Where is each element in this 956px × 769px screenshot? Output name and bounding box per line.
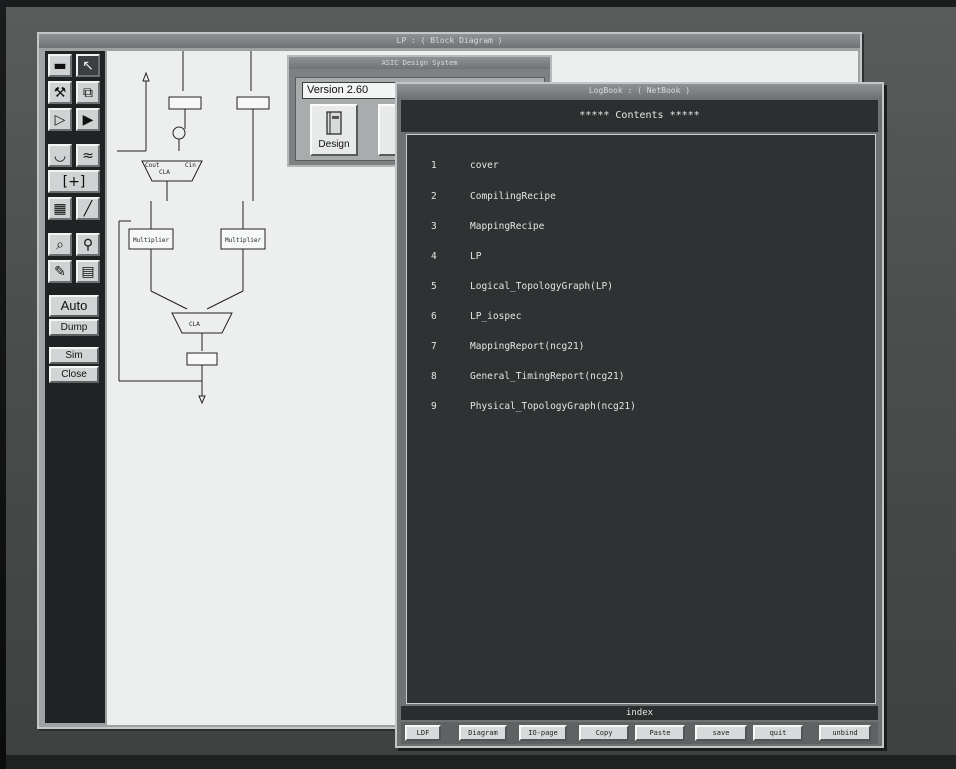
cla-label-1: CLA [159, 169, 170, 176]
zoom-icon[interactable]: ⌕ [48, 233, 72, 256]
cout-label: Cout [145, 162, 160, 169]
diagonal-line-icon[interactable]: ╱ [76, 197, 100, 220]
contents-titlebar[interactable]: LogBook : ( NetBook ) [397, 84, 882, 98]
edit-icon[interactable]: ✎ [48, 260, 72, 283]
list-item[interactable]: 6 LP_iospec [407, 309, 875, 327]
close-button[interactable]: Close [49, 366, 99, 383]
list-item[interactable]: 1 cover [407, 158, 875, 176]
gate-in-icon[interactable]: ▷ [48, 108, 72, 131]
quit-button[interactable]: quit [753, 725, 803, 741]
wire-icon[interactable]: ≈ [76, 144, 100, 167]
multiplier-label-1: Multiplier [133, 237, 170, 244]
list-item[interactable]: 4 LP [407, 249, 875, 267]
hammer-icon[interactable]: ⚒ [48, 81, 72, 104]
list-item[interactable]: 2 CompilingRecipe [407, 189, 875, 207]
design-button-label: Design [318, 139, 350, 150]
cla-label-2: CLA [189, 321, 200, 328]
connector-icon[interactable]: ⚲ [76, 233, 100, 256]
paste-button[interactable]: Paste [635, 725, 685, 741]
block-diagram-titlebar[interactable]: LP : ( Block Diagram ) [39, 34, 860, 48]
diagram-button[interactable]: Diagram [459, 725, 507, 741]
grid-icon[interactable]: ▦ [48, 197, 72, 220]
list-item[interactable]: 3 MappingRecipe [407, 219, 875, 237]
list-item[interactable]: 8 General_TimingReport(ncg21) [407, 369, 875, 387]
design-button[interactable]: Design [310, 104, 358, 156]
copy-block-icon[interactable]: ⧉ [76, 81, 100, 104]
contents-header: ***** Contents ***** [401, 100, 878, 132]
list-item[interactable]: 5 Logical_TopologyGraph(LP) [407, 279, 875, 297]
contents-window: LogBook : ( NetBook ) ***** Contents ***… [395, 82, 884, 748]
unbind-button[interactable]: unbind [819, 725, 871, 741]
book-icon [326, 111, 342, 135]
button-bar: LDF Diagram IO-page Copy Paste save quit… [401, 722, 878, 744]
desktop-shadow [6, 755, 956, 769]
contents-list: 1 cover 2 CompilingRecipe 3 MappingRecip… [406, 134, 876, 704]
junction-icon[interactable]: [+] [48, 170, 100, 193]
auto-button[interactable]: Auto [49, 295, 99, 317]
tool-palette: ▬ ↖ ⚒ ⧉ ▷ ▶ ◡ ≈ [+] ▦ ╱ ⌕ ⚲ ✎ ▤ Auto Dum… [45, 51, 105, 723]
camera-icon[interactable]: ▬ [48, 54, 72, 77]
copy-button[interactable]: Copy [579, 725, 629, 741]
design-system-titlebar[interactable]: ASIC Design System [289, 57, 550, 69]
dump-button[interactable]: Dump [49, 319, 99, 336]
list-item[interactable]: 7 MappingReport(ncg21) [407, 339, 875, 357]
list-item[interactable]: 9 Physical_TopologyGraph(ncg21) [407, 399, 875, 417]
document-icon[interactable]: ▤ [76, 260, 100, 283]
index-label: index [401, 706, 878, 720]
multiplier-label-2: Multiplier [225, 237, 262, 244]
lips-icon[interactable]: ◡ [48, 144, 72, 167]
ldf-button[interactable]: LDF [405, 725, 441, 741]
save-button[interactable]: save [695, 725, 747, 741]
gate-out-icon[interactable]: ▶ [76, 108, 100, 131]
io-page-button[interactable]: IO-page [519, 725, 567, 741]
arrow-pointer-icon[interactable]: ↖ [76, 54, 100, 77]
cin-label: Cin [185, 162, 196, 169]
sim-button[interactable]: Sim [49, 347, 99, 364]
